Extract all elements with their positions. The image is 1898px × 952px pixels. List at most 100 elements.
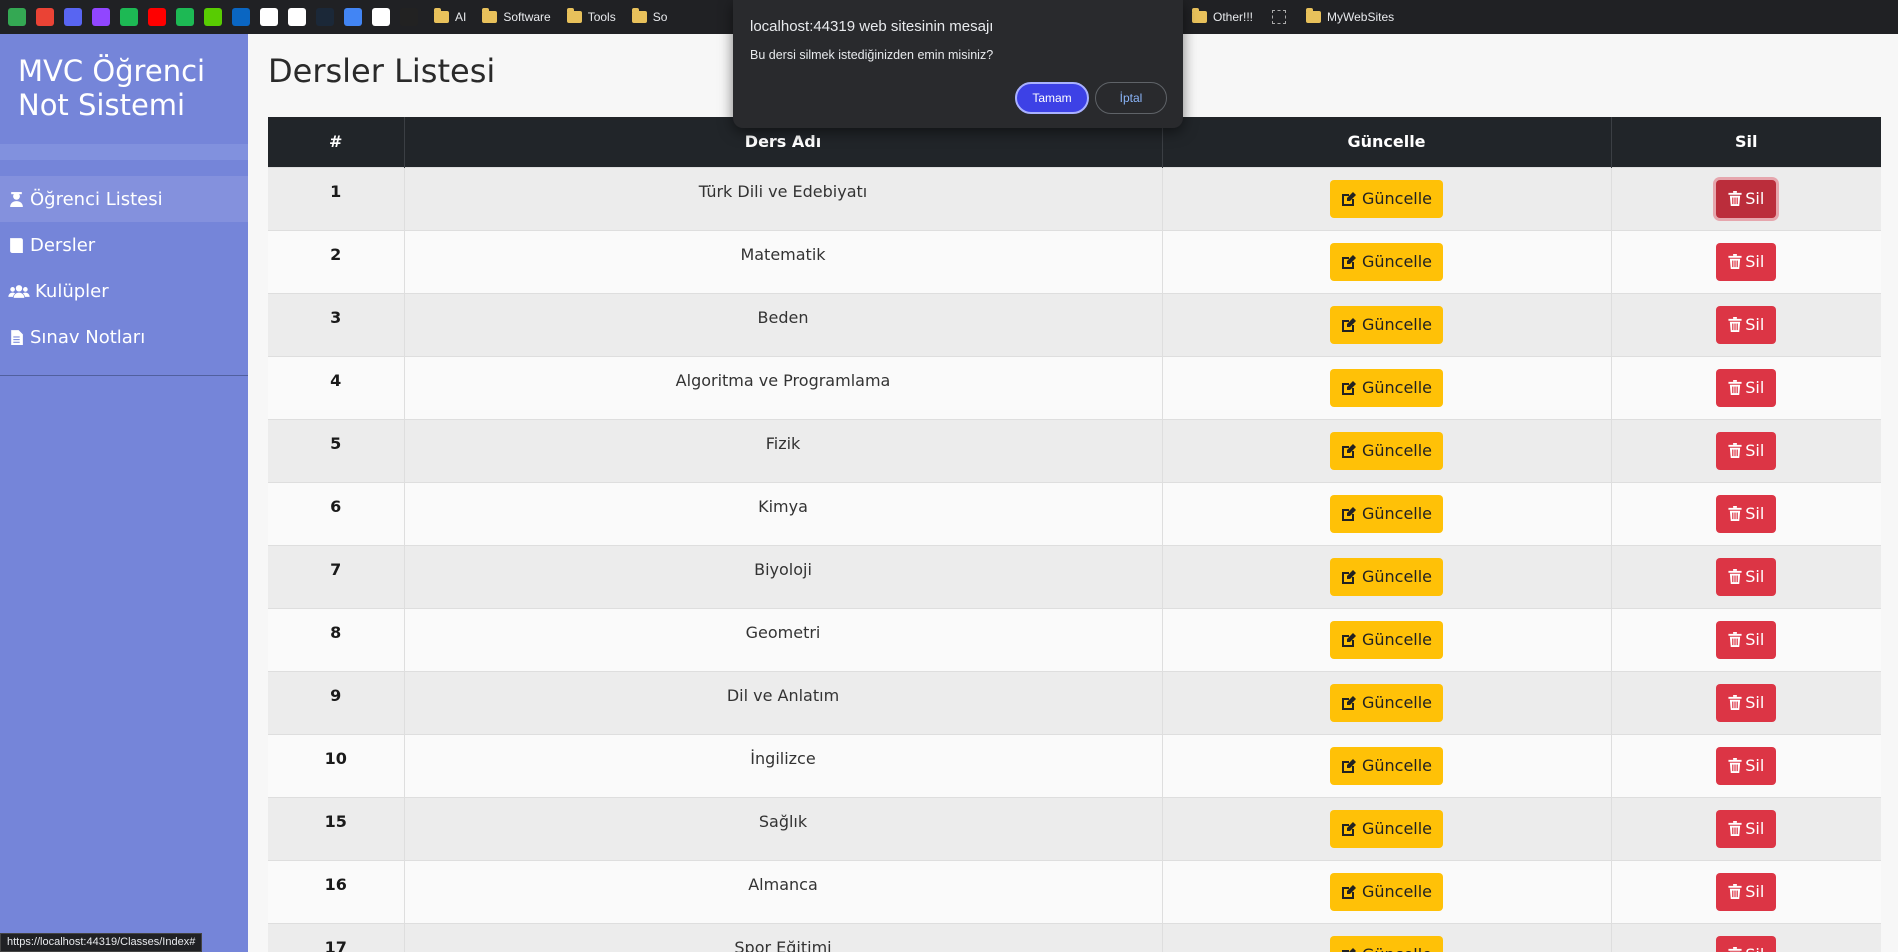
update-button-label: Güncelle — [1361, 693, 1433, 712]
table-row: 8 Geometri Güncelle Sil — [268, 607, 1881, 671]
delete-button-label: Sil — [1745, 693, 1765, 712]
trash-icon — [1728, 380, 1742, 395]
class-name: Sağlık — [404, 796, 1163, 860]
edit-icon — [1341, 632, 1356, 647]
steam-icon[interactable] — [316, 8, 334, 26]
update-button[interactable]: Güncelle — [1329, 179, 1444, 218]
edit-icon — [1341, 884, 1356, 899]
table-body: 1 Türk Dili ve Edebiyatı Güncelle Sil 2 Matem… — [268, 166, 1881, 952]
document-icon — [11, 329, 23, 345]
folder-icon — [1306, 8, 1321, 23]
delete-button[interactable]: Sil — [1716, 935, 1777, 952]
bookmark-folder-ai[interactable]: AI — [434, 8, 466, 24]
youtube-icon[interactable] — [148, 8, 166, 26]
update-button[interactable]: Güncelle — [1329, 683, 1444, 722]
delete-button[interactable]: Sil — [1716, 557, 1777, 596]
discord-icon[interactable] — [64, 8, 82, 26]
r-icon[interactable] — [372, 8, 390, 26]
users-icon — [8, 284, 30, 298]
bookmark-folder-other[interactable]: Other!!! — [1192, 0, 1253, 34]
delete-cell: Sil — [1611, 607, 1881, 671]
delete-button[interactable]: Sil — [1716, 431, 1777, 470]
table-row: 3 Beden Güncelle Sil — [268, 292, 1881, 356]
bookmark-folder-label: So — [652, 10, 668, 24]
maps-icon[interactable] — [36, 8, 54, 26]
delete-button[interactable]: Sil — [1716, 620, 1777, 659]
github-icon[interactable] — [288, 8, 306, 26]
notion-icon[interactable] — [260, 8, 278, 26]
edit-icon — [1341, 821, 1356, 836]
brand-title[interactable]: MVC Öğrenci Not Sistemi — [0, 34, 248, 142]
delete-button[interactable]: Sil — [1716, 746, 1777, 785]
update-cell: Güncelle — [1162, 292, 1612, 356]
update-button[interactable]: Güncelle — [1329, 746, 1444, 785]
delete-button[interactable]: Sil — [1716, 809, 1777, 848]
bookmark-folder-tools[interactable]: Tools — [566, 8, 616, 24]
trash-icon — [1728, 506, 1742, 521]
table-row: 17Spor Eğitimi Güncelle Sil — [268, 922, 1881, 952]
bookmark-folder-software[interactable]: Software — [482, 8, 551, 24]
sidebar-item-label: Sınav Notları — [30, 326, 146, 348]
twitch-icon[interactable] — [92, 8, 110, 26]
delete-cell: Sil — [1611, 166, 1881, 230]
delete-button[interactable]: Sil — [1716, 368, 1777, 407]
delete-cell: Sil — [1611, 859, 1881, 923]
delete-button[interactable]: Sil — [1716, 494, 1777, 533]
edit-icon — [1341, 506, 1356, 521]
linkedin-icon[interactable] — [232, 8, 250, 26]
update-button[interactable]: Güncelle — [1329, 494, 1444, 533]
delete-cell: Sil — [1611, 922, 1881, 952]
update-button[interactable]: Güncelle — [1329, 620, 1444, 659]
spotify-icon[interactable] — [176, 8, 194, 26]
delete-button[interactable]: Sil — [1716, 872, 1777, 911]
table-row: 15 Sağlık Güncelle Sil — [268, 796, 1881, 860]
sidebar-item-dersler[interactable]: Dersler — [0, 222, 248, 268]
class-id: 2 — [268, 229, 405, 293]
update-button[interactable]: Güncelle — [1329, 935, 1444, 952]
update-button[interactable]: Güncelle — [1329, 242, 1444, 281]
class-name: Türk Dili ve Edebiyatı — [404, 166, 1163, 230]
update-cell: Güncelle — [1162, 481, 1612, 545]
update-button[interactable]: Güncelle — [1329, 305, 1444, 344]
dialog-cancel-button[interactable]: İptal — [1095, 82, 1167, 114]
folder-icon — [566, 8, 582, 23]
update-button[interactable]: Güncelle — [1329, 557, 1444, 596]
delete-button[interactable]: Sil — [1716, 683, 1777, 722]
delete-cell: Sil — [1611, 418, 1881, 482]
update-button[interactable]: Güncelle — [1329, 809, 1444, 848]
folder-icon — [1192, 8, 1207, 23]
trash-icon — [1728, 758, 1742, 773]
table-row: 7 Biyoloji Güncelle Sil — [268, 544, 1881, 608]
sidebar-item-sinav-notlari[interactable]: Sınav Notları — [0, 314, 248, 360]
delete-button[interactable]: Sil — [1716, 242, 1777, 281]
bookmark-folder-mywebsites[interactable]: MyWebSites — [1306, 0, 1394, 34]
dialog-title: localhost:44319 web sitesinin mesajı — [750, 18, 994, 35]
delete-button[interactable]: Sil — [1716, 179, 1777, 218]
brand-divider — [0, 144, 248, 160]
sidebar-item-kulupler[interactable]: Kulüpler — [0, 268, 248, 314]
sidebar-item-ogrenci-listesi[interactable]: Öğrenci Listesi — [0, 176, 248, 222]
sidebar-item-label: Öğrenci Listesi — [30, 188, 163, 210]
drive-icon[interactable] — [8, 8, 26, 26]
delete-cell: Sil — [1611, 292, 1881, 356]
translate-icon[interactable] — [344, 8, 362, 26]
dialog-ok-button[interactable]: Tamam — [1015, 82, 1089, 114]
bookmark-folder-label: Other!!! — [1213, 10, 1254, 24]
update-cell: Güncelle — [1162, 859, 1612, 923]
duolingo-icon[interactable] — [204, 8, 222, 26]
bookmark-folder-so[interactable]: So — [631, 8, 668, 24]
table-row: 1 Türk Dili ve Edebiyatı Güncelle Sil — [268, 166, 1881, 230]
update-cell: Güncelle — [1162, 355, 1612, 419]
bookmark-placeholder-icon[interactable] — [1272, 0, 1286, 34]
update-cell: Güncelle — [1162, 418, 1612, 482]
class-name: Algoritma ve Programlama — [404, 355, 1163, 419]
update-button[interactable]: Güncelle — [1329, 431, 1444, 470]
trash-icon — [1728, 443, 1742, 458]
update-button[interactable]: Güncelle — [1329, 368, 1444, 407]
kick-icon[interactable] — [120, 8, 138, 26]
edit-icon — [1341, 695, 1356, 710]
class-name: Biyoloji — [404, 544, 1163, 608]
update-button[interactable]: Güncelle — [1329, 872, 1444, 911]
misc-icon[interactable] — [400, 8, 418, 26]
delete-button[interactable]: Sil — [1716, 305, 1777, 344]
